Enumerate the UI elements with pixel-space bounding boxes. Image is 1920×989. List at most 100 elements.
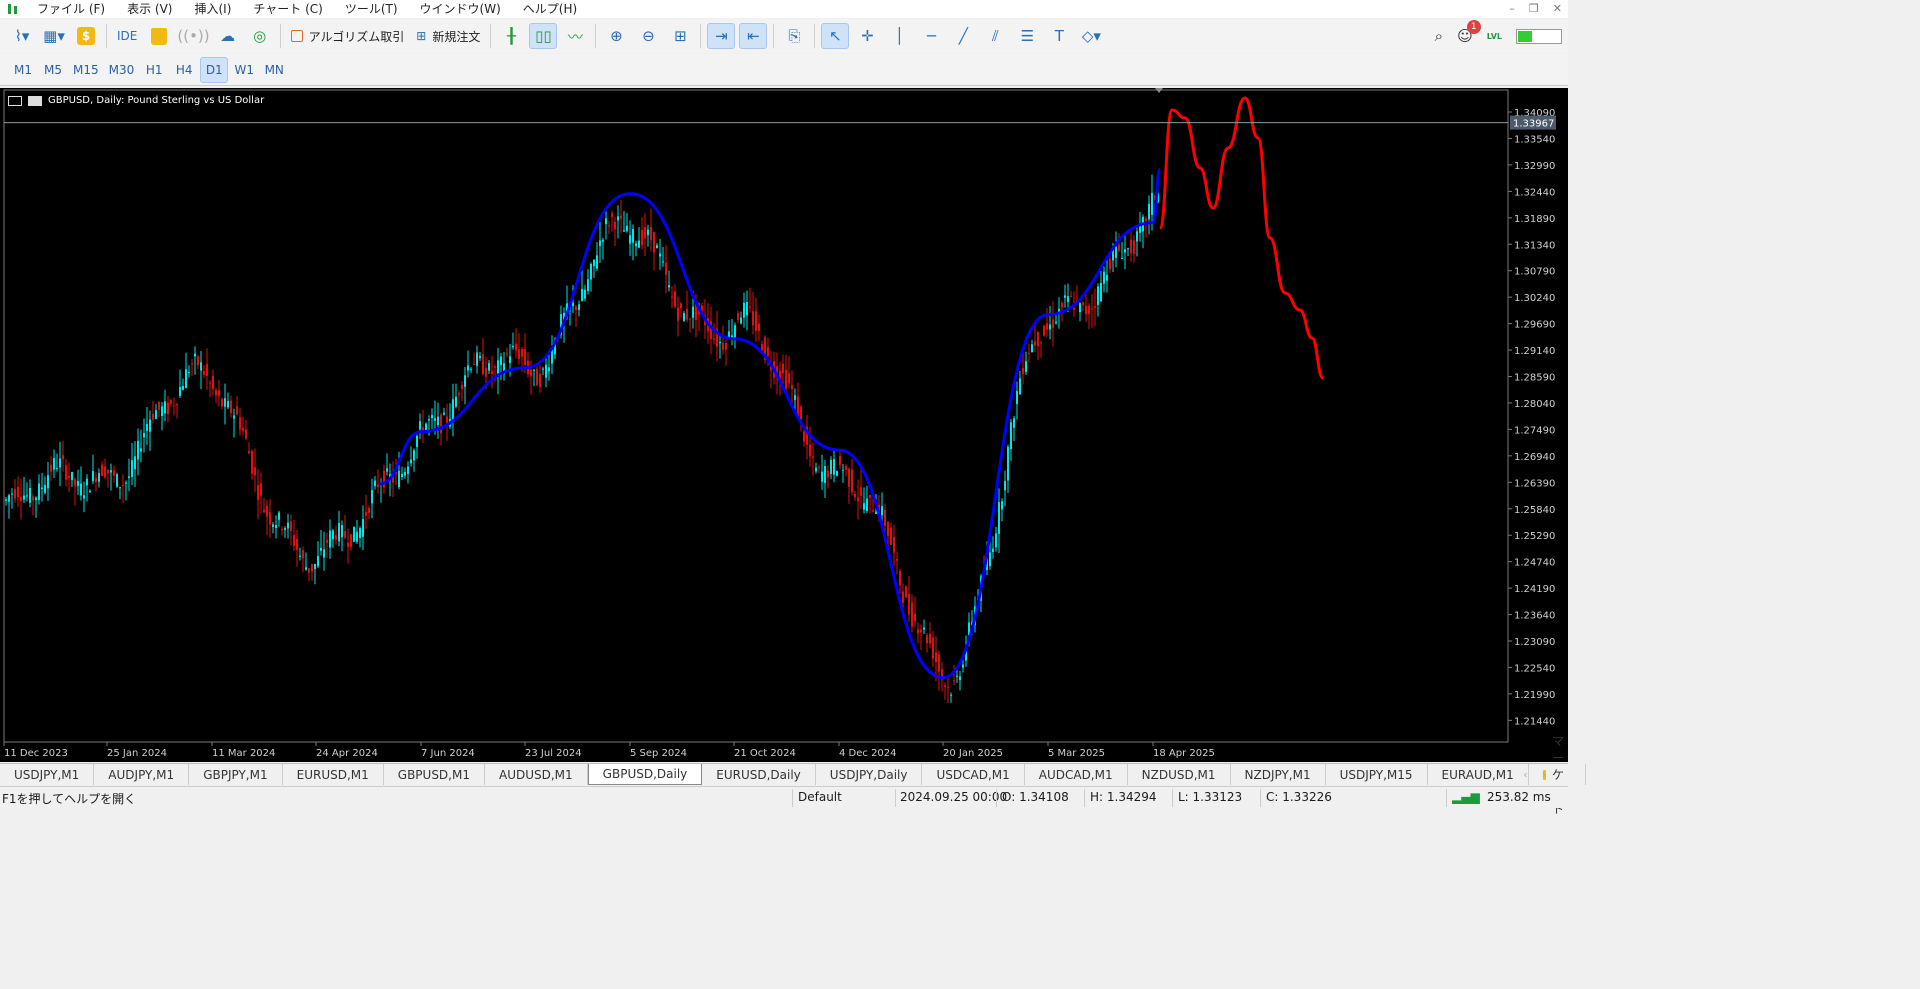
candle-body — [587, 279, 589, 291]
candle-body — [488, 363, 490, 371]
chart-tab[interactable]: AUDCAD,M1 — [1025, 764, 1128, 785]
chart-tab[interactable]: GBPUSD,Daily — [587, 764, 703, 785]
grid-icon[interactable]: ⊞ — [666, 23, 694, 49]
chart-tab[interactable]: NZDJPY,M1 — [1231, 764, 1326, 785]
candle-body — [521, 349, 523, 357]
search-icon[interactable]: ⌕ — [1435, 27, 1443, 45]
candle-body — [827, 470, 829, 478]
candle-body — [905, 586, 907, 598]
cursor-icon[interactable]: ↖ — [821, 23, 850, 49]
chart-window[interactable]: 1.34090 1.33540 1.32990 1.32440 1.31890 1.313… — [0, 88, 1568, 762]
minimize-icon[interactable]: – — [1509, 0, 1515, 18]
chart-tab[interactable]: USDJPY,M1 — [0, 764, 95, 785]
text-tool-icon[interactable]: T — [1045, 23, 1073, 49]
candle-body — [236, 406, 238, 415]
timeframe-mn[interactable]: MN — [260, 57, 288, 83]
chart-tab[interactable]: EURUSD,Daily — [702, 764, 816, 785]
fibonacci-icon[interactable]: ☰ — [1013, 23, 1041, 49]
auto-scroll-icon[interactable]: ⇥ — [707, 23, 736, 49]
chart-type-icon — [28, 95, 42, 106]
chart-tab[interactable]: GBPUSD,M1 — [384, 764, 485, 785]
chart-tab[interactable]: AUDJPY,M1 — [94, 764, 190, 785]
new-chart-icon[interactable]: ⌇▾ — [8, 23, 36, 49]
screenshot-icon[interactable]: ⎘ — [780, 23, 808, 49]
candle-body — [251, 450, 253, 474]
chart-tab[interactable]: USDJPY,M15 — [1326, 764, 1428, 785]
market-button[interactable]: $ — [72, 23, 100, 49]
timeframe-m30[interactable]: M30 — [105, 57, 139, 83]
vps-icon[interactable]: ◎ — [246, 23, 274, 49]
bar-chart-icon[interactable]: ╂ — [497, 23, 525, 49]
zoom-in-icon[interactable]: ⊕ — [602, 23, 630, 49]
chart-tab[interactable]: NZDUSD,M1 — [1128, 764, 1231, 785]
trend-line-icon[interactable]: ╱ — [949, 23, 977, 49]
candle-body — [320, 547, 322, 551]
algo-trading-icon — [290, 30, 303, 42]
candle-body — [686, 308, 688, 320]
timeframe-w1[interactable]: W1 — [230, 57, 258, 83]
status-profile[interactable]: Default — [798, 790, 842, 804]
new-order-button[interactable]: ⊞ 新規注文 — [412, 23, 484, 49]
timeframe-m1[interactable]: M1 — [9, 57, 37, 83]
cloud-icon[interactable]: ☁ — [214, 23, 242, 49]
candle-body — [254, 467, 256, 476]
candle-body — [833, 459, 835, 475]
notifications-icon[interactable]: ☺ 1 — [1457, 20, 1481, 45]
candle-body — [662, 261, 664, 263]
candle-body — [149, 419, 151, 432]
candle-body — [1010, 422, 1012, 450]
vertical-line-icon[interactable]: │ — [885, 23, 913, 49]
candlestick-chart-icon[interactable]: ▯▯ — [529, 23, 558, 49]
candle-body — [452, 399, 454, 421]
line-chart-icon[interactable]: 〰 — [561, 23, 589, 49]
timeframe-h4[interactable]: H4 — [170, 57, 198, 83]
candle-body — [314, 563, 316, 570]
timeframe-h1[interactable]: H1 — [140, 57, 168, 83]
candle-body — [533, 369, 535, 371]
chart-menu-icon[interactable] — [8, 95, 22, 106]
candle-body — [71, 471, 73, 481]
menu-item-0[interactable]: ファイル (F) — [26, 0, 116, 18]
timeframe-m15[interactable]: M15 — [69, 57, 103, 83]
chart-tab[interactable]: GBPJPY,M1 — [189, 764, 283, 785]
zoom-out-icon[interactable]: ⊖ — [634, 23, 662, 49]
menu-item-2[interactable]: 挿入(I) — [183, 0, 242, 18]
price-chart[interactable]: 1.340901.335401.329901.324401.318901.313… — [0, 88, 1568, 762]
candle-body — [347, 542, 349, 547]
chart-tab[interactable]: USDJPY,Daily — [816, 764, 923, 785]
candle-body — [1088, 305, 1090, 315]
shapes-icon[interactable]: ◇▾ — [1077, 23, 1105, 49]
candle-body — [455, 396, 457, 407]
menu-item-6[interactable]: ヘルプ(H) — [512, 0, 588, 18]
timeframe-m5[interactable]: M5 — [39, 57, 67, 83]
algo-trading-button[interactable]: アルゴリズム取引 — [287, 23, 409, 49]
tab-scroll-arrows[interactable]: ‹› — [1523, 768, 1560, 781]
candle-body — [170, 400, 172, 404]
chart-tab[interactable]: USDCAD,M1 — [922, 764, 1025, 785]
crosshair-icon[interactable]: ✛ — [853, 23, 881, 49]
signals-icon[interactable]: ((•)) — [177, 23, 209, 49]
timeframe-d1[interactable]: D1 — [200, 56, 229, 83]
chart-shift-icon[interactable]: ⇤ — [739, 23, 768, 49]
chart-tab[interactable]: EURAUD,M1 — [1428, 764, 1529, 785]
menu-item-5[interactable]: ウインドウ(W) — [409, 0, 512, 18]
channel-icon[interactable]: ⫽ — [981, 23, 1009, 49]
menu-item-3[interactable]: チャート (C) — [242, 0, 333, 18]
candle-body — [1070, 295, 1072, 298]
chart-tab[interactable]: AUDUSD,M1 — [485, 764, 588, 785]
candle-body — [263, 509, 265, 513]
ide-button[interactable]: IDE — [113, 23, 141, 49]
candle-body — [1136, 231, 1138, 242]
chart-templates-icon[interactable]: ▦▾ — [40, 23, 68, 49]
shopping-bag-icon[interactable] — [145, 23, 173, 49]
menu-item-4[interactable]: ツール(T) — [334, 0, 409, 18]
restore-icon[interactable]: ❐ — [1529, 0, 1539, 18]
new-order-icon: ⊞ — [416, 29, 427, 43]
date-axis-label: 23 Jul 2024 — [525, 748, 582, 759]
horizontal-line-icon[interactable]: ─ — [917, 23, 945, 49]
chart-tab[interactable]: EURUSD,M1 — [283, 764, 384, 785]
menu-item-1[interactable]: 表示 (V) — [116, 0, 183, 18]
close-icon[interactable]: ✕ — [1553, 0, 1562, 18]
toolbar-separator — [814, 24, 816, 48]
candle-body — [884, 509, 886, 526]
